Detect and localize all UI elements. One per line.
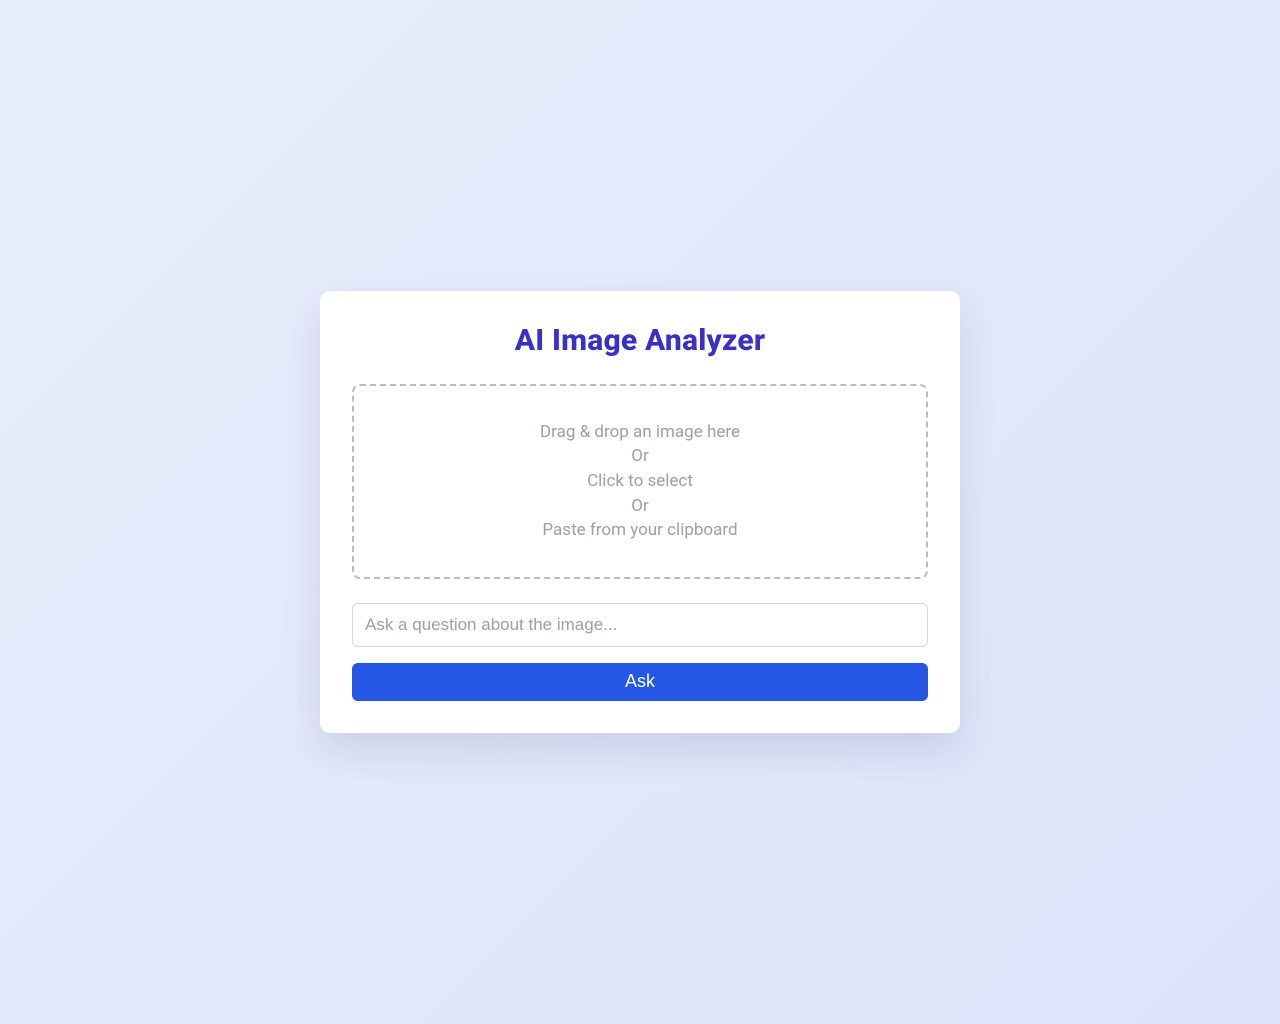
image-dropzone[interactable]: Drag & drop an image here Or Click to se… [352, 384, 928, 579]
page-title: AI Image Analyzer [352, 323, 928, 358]
dropzone-line-drag: Drag & drop an image here [370, 420, 910, 445]
analyzer-card: AI Image Analyzer Drag & drop an image h… [320, 291, 960, 734]
dropzone-line-click: Click to select [370, 469, 910, 494]
dropzone-line-or-2: Or [370, 494, 910, 519]
question-input[interactable] [352, 603, 928, 647]
dropzone-line-paste: Paste from your clipboard [370, 518, 910, 543]
dropzone-line-or-1: Or [370, 444, 910, 469]
ask-button[interactable]: Ask [352, 663, 928, 702]
